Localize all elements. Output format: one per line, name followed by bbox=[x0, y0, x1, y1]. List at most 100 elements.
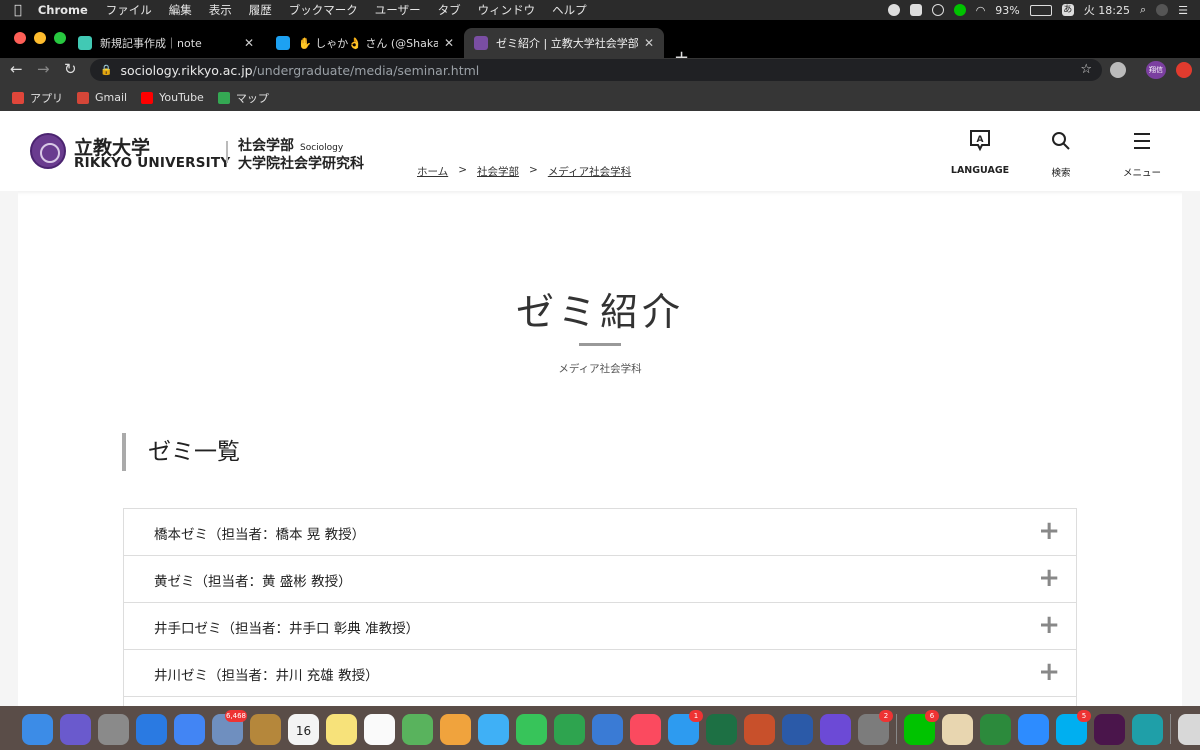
dock-slack-icon[interactable] bbox=[1094, 713, 1125, 745]
address-bar[interactable]: 🔒 sociology.rikkyo.ac.jp/undergraduate/m… bbox=[90, 59, 1102, 81]
dock-system-preferences-icon[interactable]: 2 bbox=[858, 709, 893, 745]
menu-edit[interactable]: 編集 bbox=[169, 2, 192, 18]
breadcrumb-sociology-link[interactable]: 社会学部 bbox=[477, 164, 519, 179]
dock-app-store-icon[interactable]: 1 bbox=[668, 709, 703, 745]
tab-note[interactable]: 新規記事作成｜note ✕ bbox=[68, 28, 264, 58]
shield-icon[interactable] bbox=[931, 4, 944, 16]
dock-finder-icon[interactable] bbox=[22, 713, 53, 745]
breadcrumb-home-link[interactable]: ホーム bbox=[417, 164, 448, 179]
menu-help[interactable]: ヘルプ bbox=[552, 2, 587, 18]
dock-word-icon[interactable] bbox=[782, 713, 813, 745]
dock-preview-icon[interactable]: 6,468 bbox=[212, 709, 247, 745]
expand-plus-icon[interactable]: + bbox=[1038, 564, 1060, 592]
dock-notefile-icon[interactable] bbox=[250, 713, 281, 745]
department-name[interactable]: 社会学部 Sociology bbox=[238, 135, 343, 155]
line-status-icon[interactable] bbox=[953, 4, 966, 16]
dock-safari-icon[interactable] bbox=[136, 713, 167, 745]
rikkyo-emblem-logo[interactable] bbox=[30, 133, 66, 169]
dock-chrome-icon[interactable] bbox=[174, 713, 205, 745]
dock-imovie-icon[interactable] bbox=[820, 713, 851, 745]
dock-powerpoint-icon[interactable] bbox=[744, 713, 775, 745]
dock-keyboard-viewer-icon[interactable] bbox=[1178, 713, 1200, 745]
menu-button[interactable]: メニュー bbox=[1112, 129, 1172, 179]
profile-avatar[interactable]: 翔信 bbox=[1146, 61, 1166, 79]
input-method-icon[interactable]: あ bbox=[1061, 4, 1074, 16]
dock-skype-icon[interactable]: 5 bbox=[1056, 709, 1091, 745]
bookmark-star-icon[interactable]: ☆ bbox=[1080, 62, 1092, 77]
zoom-window-button[interactable] bbox=[54, 32, 66, 44]
apps-grid-icon bbox=[12, 91, 24, 104]
minimize-window-button[interactable] bbox=[34, 32, 46, 44]
bookmark-maps[interactable]: マップ bbox=[217, 90, 269, 106]
bookmark-apps[interactable]: アプリ bbox=[12, 90, 63, 106]
spotlight-icon[interactable]: ⌕ bbox=[1140, 3, 1146, 17]
siri-icon[interactable] bbox=[1156, 4, 1169, 16]
dock-keynote-icon[interactable] bbox=[592, 713, 623, 745]
tab-rikkyo-active[interactable]: ゼミ紹介 | 立教大学社会学部 / ナ ✕ bbox=[464, 28, 664, 58]
dock-notes-icon[interactable] bbox=[326, 713, 357, 745]
menu-file[interactable]: ファイル bbox=[106, 2, 152, 18]
seminar-item-partial[interactable] bbox=[123, 696, 1077, 706]
seminar-item-hashimoto[interactable]: 橋本ゼミ（担当者：橋本 晃 教授） + bbox=[123, 508, 1077, 555]
menu-history[interactable]: 履歴 bbox=[249, 2, 272, 18]
menu-bookmarks[interactable]: ブックマーク bbox=[289, 2, 358, 18]
dock-calendar-icon[interactable]: 16 bbox=[288, 713, 319, 745]
seminar-item-hwang[interactable]: 黄ゼミ（担当者：黄 盛彬 教授） + bbox=[123, 555, 1077, 602]
bookmark-label: YouTube bbox=[159, 91, 204, 104]
search-button[interactable]: 検索 bbox=[1031, 129, 1091, 179]
language-button[interactable]: A LANGUAGE bbox=[950, 129, 1010, 176]
dock-maps-icon[interactable] bbox=[402, 713, 433, 745]
forward-arrow-icon[interactable]: → bbox=[37, 60, 50, 78]
reload-icon[interactable]: ↻ bbox=[64, 60, 77, 78]
menu-view[interactable]: 表示 bbox=[209, 2, 232, 18]
breadcrumb-media-link[interactable]: メディア社会学科 bbox=[548, 164, 631, 179]
menu-user[interactable]: ユーザー bbox=[375, 2, 421, 18]
menu-tab[interactable]: タブ bbox=[438, 2, 461, 18]
dock-line-icon[interactable]: 6 bbox=[904, 709, 939, 745]
dock-facetime-icon[interactable] bbox=[516, 713, 547, 745]
close-tab-icon[interactable]: ✕ bbox=[644, 36, 654, 50]
battery-icon[interactable] bbox=[1029, 4, 1052, 16]
seminar-item-ikawa[interactable]: 井川ゼミ（担当者：井川 充雄 教授） + bbox=[123, 649, 1077, 696]
dock-reminders-icon[interactable] bbox=[364, 713, 395, 745]
expand-plus-icon[interactable]: + bbox=[1038, 611, 1060, 639]
camera-icon[interactable] bbox=[909, 4, 922, 16]
close-tab-icon[interactable]: ✕ bbox=[244, 36, 254, 50]
back-arrow-icon[interactable]: ← bbox=[10, 60, 23, 78]
graduate-school-name[interactable]: 大学院社会学研究科 bbox=[238, 153, 364, 173]
dock-excel-icon[interactable] bbox=[706, 713, 737, 745]
apple-icon[interactable]:  bbox=[14, 3, 22, 18]
menu-window[interactable]: ウィンドウ bbox=[478, 2, 536, 18]
menubar-app-name[interactable]: Chrome bbox=[38, 3, 88, 17]
dock-music-icon[interactable] bbox=[630, 713, 661, 745]
battery-percent[interactable]: 93% bbox=[995, 4, 1019, 17]
dock-numbers-icon[interactable] bbox=[554, 713, 585, 745]
gmail-icon bbox=[77, 91, 89, 104]
dock-zoom-icon[interactable] bbox=[1018, 713, 1049, 745]
seminar-item-ideguchi[interactable]: 井手口ゼミ（担当者：井手口 彰典 准教授） + bbox=[123, 602, 1077, 649]
status-circle-icon[interactable] bbox=[887, 4, 900, 16]
close-window-button[interactable] bbox=[14, 32, 26, 44]
dock-circle-app-icon[interactable] bbox=[980, 713, 1011, 745]
update-icon[interactable] bbox=[1176, 62, 1192, 78]
expand-plus-icon[interactable]: + bbox=[1038, 658, 1060, 686]
tab-twitter[interactable]: ✋ しゃか👌 さん (@Shaka__kt_ ✕ bbox=[266, 28, 464, 58]
menu-label: メニュー bbox=[1122, 168, 1161, 179]
menubar-clock[interactable]: 火 18:25 bbox=[1084, 2, 1130, 18]
lock-icon[interactable]: 🔒 bbox=[100, 65, 112, 76]
dock-edge-icon[interactable] bbox=[1132, 713, 1163, 745]
wifi-icon[interactable]: ◠ bbox=[976, 4, 986, 17]
dock-messages-icon[interactable] bbox=[478, 713, 509, 745]
site-header: 立教大学 RIKKYO UNIVERSITY 社会学部 Sociology 大学院… bbox=[0, 111, 1200, 191]
extension-icon[interactable] bbox=[1110, 62, 1126, 78]
dock-siri-icon[interactable] bbox=[60, 713, 91, 745]
dock-photos-icon[interactable] bbox=[440, 713, 471, 745]
bookmark-gmail[interactable]: Gmail bbox=[77, 91, 127, 104]
expand-plus-icon[interactable]: + bbox=[1038, 517, 1060, 545]
dock-textedit-icon[interactable] bbox=[942, 713, 973, 745]
dock-launchpad-icon[interactable] bbox=[98, 713, 129, 745]
university-name-en[interactable]: RIKKYO UNIVERSITY bbox=[74, 155, 230, 171]
close-tab-icon[interactable]: ✕ bbox=[444, 36, 454, 50]
control-center-icon[interactable]: ☰ bbox=[1178, 4, 1188, 17]
bookmark-youtube[interactable]: YouTube bbox=[141, 91, 204, 104]
